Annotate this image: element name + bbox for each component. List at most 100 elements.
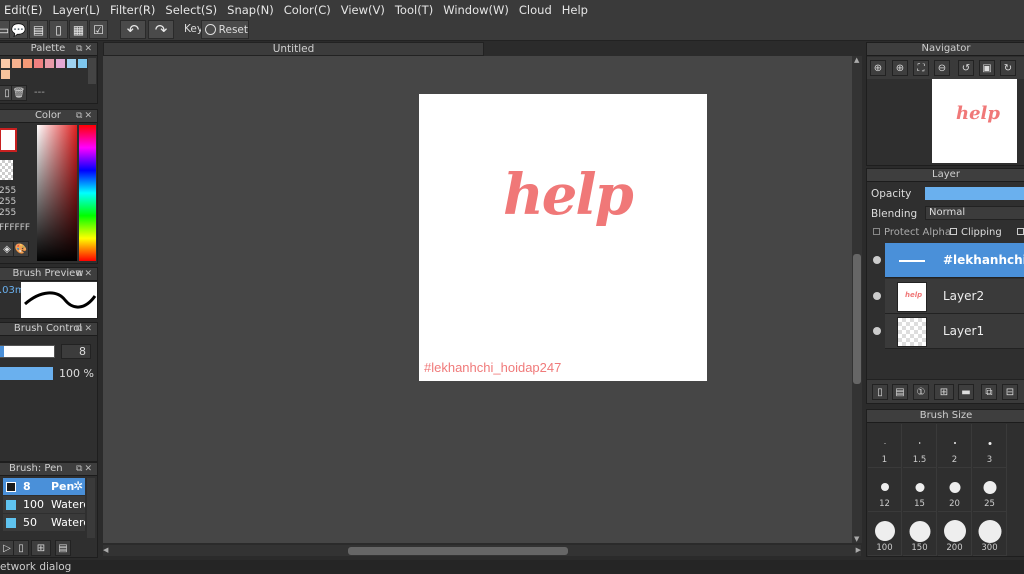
layer-row-hashtag[interactable]: #lekhanhchi_ — [873, 243, 1024, 278]
panel-controls-icon[interactable]: ⧉✕ — [76, 110, 94, 122]
brush-size-cell[interactable]: 1.5 — [903, 424, 937, 468]
redo-button[interactable]: ↷ — [148, 20, 174, 39]
hue-slider[interactable] — [79, 125, 96, 261]
panel-controls-icon[interactable]: ⧉✕ — [76, 463, 94, 475]
brush-size-cell[interactable]: 300 — [973, 512, 1007, 556]
panel-controls-icon[interactable]: ⧉✕ — [76, 43, 94, 55]
menu-color[interactable]: Color(C) — [280, 3, 337, 17]
actual-size-icon[interactable]: ▣ — [979, 60, 995, 76]
brush-size-cell[interactable]: 200 — [938, 512, 972, 556]
menu-view[interactable]: View(V) — [337, 3, 391, 17]
new-layer-icon[interactable]: ▯ — [872, 384, 888, 400]
brush-size-slider[interactable] — [0, 345, 55, 358]
scroll-up-icon[interactable]: ▲ — [854, 56, 859, 64]
brush-size-cell[interactable]: 25 — [973, 468, 1007, 512]
grid-list-icon[interactable]: ▦ — [69, 20, 88, 39]
rotate-right-icon[interactable]: ↻ — [1000, 60, 1016, 76]
fit-screen-icon[interactable]: ⛶ — [913, 60, 929, 76]
menu-edit[interactable]: Edit(E) — [0, 3, 49, 17]
settings-gear-icon[interactable]: ✲ — [73, 479, 83, 493]
layer-name[interactable]: Layer2 — [943, 289, 984, 303]
page-icon[interactable]: ▯ — [49, 20, 68, 39]
foreground-color-swatch[interactable] — [0, 128, 17, 152]
canvas-vertical-scrollbar[interactable]: ▲ ▼ — [852, 56, 862, 543]
menu-help[interactable]: Help — [558, 3, 594, 17]
layer-name[interactable]: Layer1 — [943, 324, 984, 338]
palette-swatch[interactable] — [67, 59, 76, 68]
add-layer-menu-icon[interactable]: ⊞ — [934, 384, 954, 400]
brush-size-cell[interactable]: 100 — [868, 512, 902, 556]
saturation-value-picker[interactable] — [37, 125, 77, 261]
brush-opacity-slider[interactable] — [0, 367, 53, 380]
lock-checkbox[interactable] — [1017, 228, 1024, 235]
document-tab[interactable]: Untitled — [103, 42, 484, 56]
vertical-scroll-thumb[interactable] — [853, 254, 861, 384]
brush-size-cell[interactable]: 150 — [903, 512, 937, 556]
duplicate-layer-icon[interactable]: ▤ — [892, 384, 908, 400]
layer-1bit-icon[interactable]: ① — [913, 384, 929, 400]
scroll-down-icon[interactable]: ▼ — [854, 535, 859, 543]
layer-row-layer1[interactable]: Layer1 — [873, 314, 1024, 349]
brush-size-cell[interactable]: 3 — [973, 424, 1007, 468]
trash-icon[interactable]: 🗑 — [11, 85, 27, 101]
palette-swatch[interactable] — [23, 59, 32, 68]
palette-swatch[interactable] — [34, 59, 43, 68]
menu-window[interactable]: Window(W) — [439, 3, 515, 17]
palette-icon[interactable]: 🎨 — [13, 241, 29, 257]
brush-add-icon[interactable]: ⊞ — [31, 540, 51, 556]
panel-controls-icon[interactable]: ⧉✕ — [76, 268, 94, 280]
palette-scrollbar[interactable] — [88, 58, 96, 84]
scroll-right-icon[interactable]: ▶ — [856, 546, 861, 554]
zoom-in-alt-icon[interactable]: ⊕ — [892, 60, 908, 76]
transparent-color-swatch[interactable] — [0, 160, 13, 180]
speech-bubble-icon[interactable]: 💬 — [9, 20, 28, 39]
rotate-left-icon[interactable]: ↺ — [958, 60, 974, 76]
visibility-eye-icon[interactable] — [873, 292, 881, 300]
brush-size-cell[interactable]: 20 — [938, 468, 972, 512]
canvas-horizontal-scrollbar[interactable]: ◀ ▶ — [103, 545, 861, 556]
reset-button[interactable]: Reset — [201, 20, 249, 39]
visibility-eye-icon[interactable] — [873, 327, 881, 335]
palette-swatch[interactable] — [45, 59, 54, 68]
menu-tool[interactable]: Tool(T) — [391, 3, 439, 17]
visibility-eye-icon[interactable] — [873, 256, 881, 264]
menu-filter[interactable]: Filter(R) — [106, 3, 161, 17]
palette-swatch[interactable] — [1, 70, 10, 79]
layer-row-layer2[interactable]: help Layer2 — [873, 279, 1024, 314]
menu-select[interactable]: Select(S) — [161, 3, 223, 17]
canvas-document[interactable]: help #lekhanhchi_hoidap247 — [419, 94, 707, 381]
brush-item-watercolor-50[interactable]: 50 Watercolor — [3, 514, 85, 531]
palette-swatch[interactable] — [1, 59, 10, 68]
clipping-checkbox[interactable] — [950, 228, 957, 235]
brush-size-cell[interactable]: 2 — [938, 424, 972, 468]
menu-cloud[interactable]: Cloud — [515, 3, 558, 17]
horizontal-scroll-thumb[interactable] — [348, 547, 568, 555]
menu-layer[interactable]: Layer(L) — [49, 3, 106, 17]
panel-controls-icon[interactable]: ⧉✕ — [76, 323, 94, 335]
zoom-out-icon[interactable]: ⊖ — [934, 60, 950, 76]
palette-swatch[interactable] — [78, 59, 87, 68]
brush-item-pen[interactable]: 8 Pen ✲ — [3, 478, 85, 495]
brush-size-value[interactable]: 8 — [61, 344, 91, 359]
folder-icon[interactable]: ▬ — [958, 384, 974, 400]
brush-list-scrollbar[interactable] — [87, 478, 95, 538]
navigator-thumbnail[interactable]: help — [932, 79, 1017, 163]
undo-button[interactable]: ↶ — [120, 20, 146, 39]
copy-layer-icon[interactable]: ⧉ — [981, 384, 997, 400]
protect-alpha-checkbox[interactable] — [873, 228, 880, 235]
layer-opacity-slider[interactable] — [925, 187, 1024, 200]
brush-export-icon[interactable]: ▤ — [55, 540, 71, 556]
layer-name[interactable]: #lekhanhchi_ — [943, 253, 1024, 267]
scroll-left-icon[interactable]: ◀ — [103, 546, 108, 554]
brush-item-watercolor-100[interactable]: 100 Watercolor — [3, 496, 85, 513]
menu-snap[interactable]: Snap(N) — [223, 3, 280, 17]
comment-icon[interactable]: ▤ — [29, 20, 48, 39]
new-brush-icon[interactable]: ▯ — [13, 540, 29, 556]
zoom-in-icon[interactable]: ⊕ — [870, 60, 886, 76]
brush-size-cell[interactable]: 12 — [868, 468, 902, 512]
palette-swatch[interactable] — [12, 59, 21, 68]
blending-select[interactable]: Normal — [925, 206, 1024, 220]
checklist-icon[interactable]: ☑ — [89, 20, 108, 39]
palette-swatch[interactable] — [56, 59, 65, 68]
merge-layer-icon[interactable]: ⊟ — [1002, 384, 1018, 400]
